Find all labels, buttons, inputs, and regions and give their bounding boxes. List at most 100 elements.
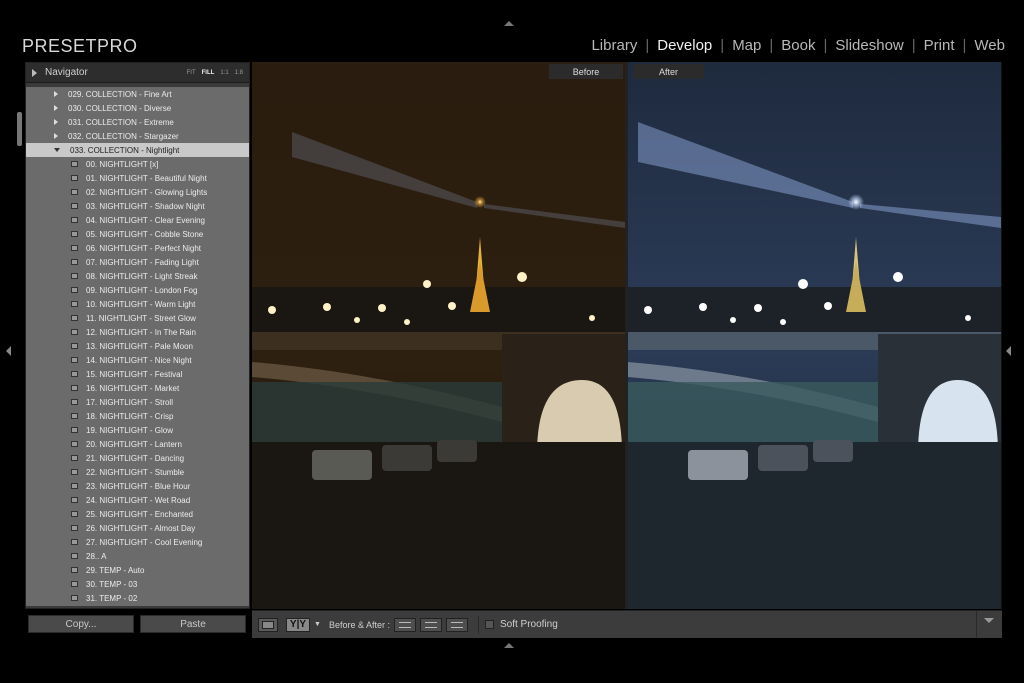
module-separator: | [823,37,828,54]
copy-before-to-after-button[interactable] [393,617,416,632]
right-panel-toggle-icon[interactable] [1006,346,1011,356]
module-slideshow[interactable]: Slideshow [835,37,903,54]
preset-icon [71,217,78,223]
preset-item[interactable]: 14. NIGHTLIGHT - Nice Night [26,353,249,367]
preset-item[interactable]: 13. NIGHTLIGHT - Pale Moon [26,339,249,353]
preset-icon [71,301,78,307]
loupe-view-button[interactable] [258,617,278,632]
brand-logo: PRESETPRO [22,36,138,56]
preset-item[interactable]: 18. NIGHTLIGHT - Crisp [26,409,249,423]
preset-label: 21. NIGHTLIGHT - Dancing [86,453,185,463]
preset-label: 04. NIGHTLIGHT - Clear Evening [86,215,206,225]
top-panel-toggle-icon[interactable] [504,21,514,26]
preset-item[interactable]: 23. NIGHTLIGHT - Blue Hour [26,479,249,493]
preset-item[interactable]: 03. NIGHTLIGHT - Shadow Night [26,199,249,213]
navigator-title: Navigator [45,67,88,78]
preset-item[interactable]: 25. NIGHTLIGHT - Enchanted [26,507,249,521]
navigator-header[interactable]: Navigator FIT FILL 1:1 1:8 [26,63,249,83]
preset-icon [71,581,78,587]
preset-item[interactable]: 27. NIGHTLIGHT - Cool Evening [26,535,249,549]
zoom-1-8[interactable]: 1:8 [235,70,243,76]
after-image [628,62,1001,609]
preset-item[interactable]: 10. NIGHTLIGHT - Warm Light [26,297,249,311]
preset-label: 24. NIGHTLIGHT - Wet Road [86,495,191,505]
module-separator: | [911,37,916,54]
preset-item[interactable]: 29. TEMP - Auto [26,563,249,577]
preset-item[interactable]: 19. NIGHTLIGHT - Glow [26,423,249,437]
preset-icon [71,259,78,265]
module-book[interactable]: Book [781,37,815,54]
preset-label: 18. NIGHTLIGHT - Crisp [86,411,174,421]
left-panel-scrollbar[interactable] [17,112,22,146]
preset-item[interactable]: 20. NIGHTLIGHT - Lantern [26,437,249,451]
preset-icon [71,329,78,335]
preset-folder-open[interactable]: 033. COLLECTION - Nightlight [26,143,249,157]
preset-label: 12. NIGHTLIGHT - In The Rain [86,327,196,337]
paste-button[interactable]: Paste [140,615,246,633]
arrow-left-icon [424,621,437,628]
preset-item[interactable]: 30. TEMP - 03 [26,577,249,591]
bottom-panel-toggle-icon[interactable] [504,643,514,648]
preset-folder[interactable]: 030. COLLECTION - Diverse [26,101,249,115]
module-picker: Library | Develop | Map | Book | Slideshow | … [591,37,1005,54]
preset-label: 08. NIGHTLIGHT - Light Streak [86,271,198,281]
preset-label: 03. NIGHTLIGHT - Shadow Night [86,201,205,211]
preset-item[interactable]: 02. NIGHTLIGHT - Glowing Lights [26,185,249,199]
preset-item[interactable]: 07. NIGHTLIGHT - Fading Light [26,255,249,269]
module-library[interactable]: Library [591,37,637,54]
zoom-fill[interactable]: FILL [202,70,215,76]
preset-folder[interactable]: 029. COLLECTION - Fine Art [26,87,249,101]
preset-item[interactable]: 11. NIGHTLIGHT - Street Glow [26,311,249,325]
preset-icon [71,357,78,363]
preset-icon [71,203,78,209]
preset-icon [71,427,78,433]
preset-item[interactable]: 00. NIGHTLIGHT [x] [26,157,249,171]
before-after-label: Before & After : [328,619,390,630]
preset-folder[interactable]: 032. COLLECTION - Stargazer [26,129,249,143]
preset-item[interactable]: 21. NIGHTLIGHT - Dancing [26,451,249,465]
chevron-down-icon[interactable]: ▼ [314,621,321,628]
preset-item[interactable]: 15. NIGHTLIGHT - Festival [26,367,249,381]
preset-icon [71,539,78,545]
preset-icon [71,189,78,195]
left-panel-toggle-icon[interactable] [6,346,11,356]
preset-item[interactable]: 26. NIGHTLIGHT - Almost Day [26,521,249,535]
zoom-fit[interactable]: FIT [187,70,196,76]
module-develop[interactable]: Develop [657,37,712,54]
module-separator: | [645,37,650,54]
module-print[interactable]: Print [924,37,955,54]
preset-item[interactable]: 12. NIGHTLIGHT - In The Rain [26,325,249,339]
preset-icon [71,497,78,503]
folder-label: 030. COLLECTION - Diverse [68,103,172,113]
copy-after-to-before-button[interactable] [419,617,442,632]
preset-item[interactable]: 09. NIGHTLIGHT - London Fog [26,283,249,297]
preset-item[interactable]: 08. NIGHTLIGHT - Light Streak [26,269,249,283]
folder-label: 029. COLLECTION - Fine Art [68,89,172,99]
toolbar-separator [477,615,479,634]
module-web[interactable]: Web [974,37,1005,54]
preset-item[interactable]: 05. NIGHTLIGHT - Cobble Stone [26,227,249,241]
expand-triangle-icon[interactable] [32,68,37,77]
preset-label: 17. NIGHTLIGHT - Stroll [86,397,173,407]
preset-item[interactable]: 31. TEMP - 02 [26,591,249,605]
soft-proofing-checkbox[interactable] [484,620,494,629]
zoom-1-1[interactable]: 1:1 [220,70,228,76]
preset-item[interactable]: 28.. A [26,549,249,563]
preset-folder[interactable]: 031. COLLECTION - Extreme [26,115,249,129]
preset-item[interactable]: 22. NIGHTLIGHT - Stumble [26,465,249,479]
preset-icon [71,385,78,391]
preset-item[interactable]: 04. NIGHTLIGHT - Clear Evening [26,213,249,227]
copy-button[interactable]: Copy... [28,615,134,633]
preset-label: 11. NIGHTLIGHT - Street Glow [86,313,196,323]
preset-icon [71,315,78,321]
module-map[interactable]: Map [732,37,761,54]
toolbar-menu-button[interactable] [976,611,1002,638]
preset-item[interactable]: 17. NIGHTLIGHT - Stroll [26,395,249,409]
preset-item[interactable]: 01. NIGHTLIGHT - Beautiful Night [26,171,249,185]
preset-item[interactable]: 16. NIGHTLIGHT - Market [26,381,249,395]
preset-item[interactable]: 24. NIGHTLIGHT - Wet Road [26,493,249,507]
swap-before-after-button[interactable] [445,617,468,632]
preset-icon [71,245,78,251]
before-after-mode-button[interactable]: Y|Y [286,617,310,632]
preset-item[interactable]: 06. NIGHTLIGHT - Perfect Night [26,241,249,255]
